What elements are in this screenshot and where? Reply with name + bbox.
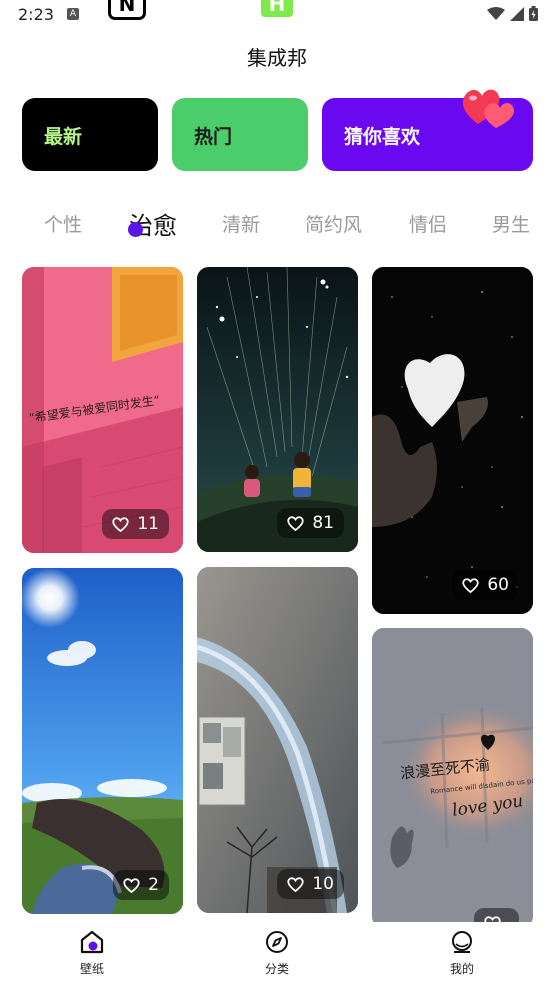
category-card-latest[interactable]: 最新 [22,98,158,171]
status-time: 2:23 [18,5,54,24]
nav-item-category[interactable]: 分类 [237,930,317,977]
like-count: 81 [312,513,334,533]
heart-outline-icon [287,515,305,531]
tab-minimal[interactable]: 简约风 [305,210,362,237]
like-count: 11 [137,514,159,534]
like-count: 2 [148,875,159,895]
hearts-icon [462,89,515,128]
category-card-label: 最新 [44,126,83,148]
heart-outline-icon [123,877,140,893]
wallpaper-image [197,567,358,913]
like-counter[interactable]: 10 [277,869,344,899]
notification-icon: A [67,8,79,20]
tab-personality[interactable]: 个性 [44,210,82,237]
wallpaper-card[interactable]: 81 [197,267,358,552]
new-badge-icon: N [108,0,146,20]
active-tab-indicator [128,222,143,237]
bottom-navigation: 壁纸 分类 我的 [0,922,554,984]
battery-icon [529,6,538,21]
hot-badge-icon: H [258,0,296,20]
like-count: 60 [487,575,509,595]
nav-label: 壁纸 [79,962,104,976]
nav-item-wallpaper[interactable]: 壁纸 [52,930,132,977]
category-card-hot[interactable]: 热门 [172,98,308,171]
compass-icon [266,931,288,953]
category-card-label: 猜你喜欢 [344,126,421,148]
app-title: 集成邦 [247,46,307,70]
heart-outline-icon [287,876,305,892]
home-wallpaper-icon [80,930,104,954]
heart-outline-icon [462,577,480,593]
nav-label: 分类 [264,962,289,976]
tab-bar: 个性 治愈 清新 简约风 情侣 男生 [0,202,554,246]
like-counter[interactable]: 11 [102,509,169,539]
wallpaper-card[interactable]: “希望爱与被爱同时发生” 11 [22,267,183,553]
tab-couple[interactable]: 情侣 [409,210,447,237]
like-counter[interactable]: 2 [113,870,169,900]
heart-outline-icon [112,516,130,532]
nav-label: 我的 [449,962,474,976]
tab-boys[interactable]: 男生 [492,210,530,237]
wifi-icon [487,6,505,20]
tab-fresh[interactable]: 清新 [222,210,260,237]
nav-item-mine[interactable]: 我的 [422,930,502,977]
wallpaper-card[interactable]: 2 [22,568,183,914]
wallpaper-image [372,267,533,614]
wallpaper-card[interactable]: 60 [372,267,533,614]
like-counter[interactable]: 60 [452,570,519,600]
system-icons [487,6,538,21]
wallpaper-card[interactable]: 浪漫至死不渝 Romance will disdain do us part l… [372,628,533,928]
wallpaper-image [22,568,183,914]
like-count: 10 [312,874,334,894]
profile-icon [452,931,472,953]
category-card-label: 热门 [194,126,233,148]
wallpaper-card[interactable]: 10 [197,567,358,913]
signal-icon [510,6,524,21]
like-counter[interactable]: 81 [277,508,344,538]
